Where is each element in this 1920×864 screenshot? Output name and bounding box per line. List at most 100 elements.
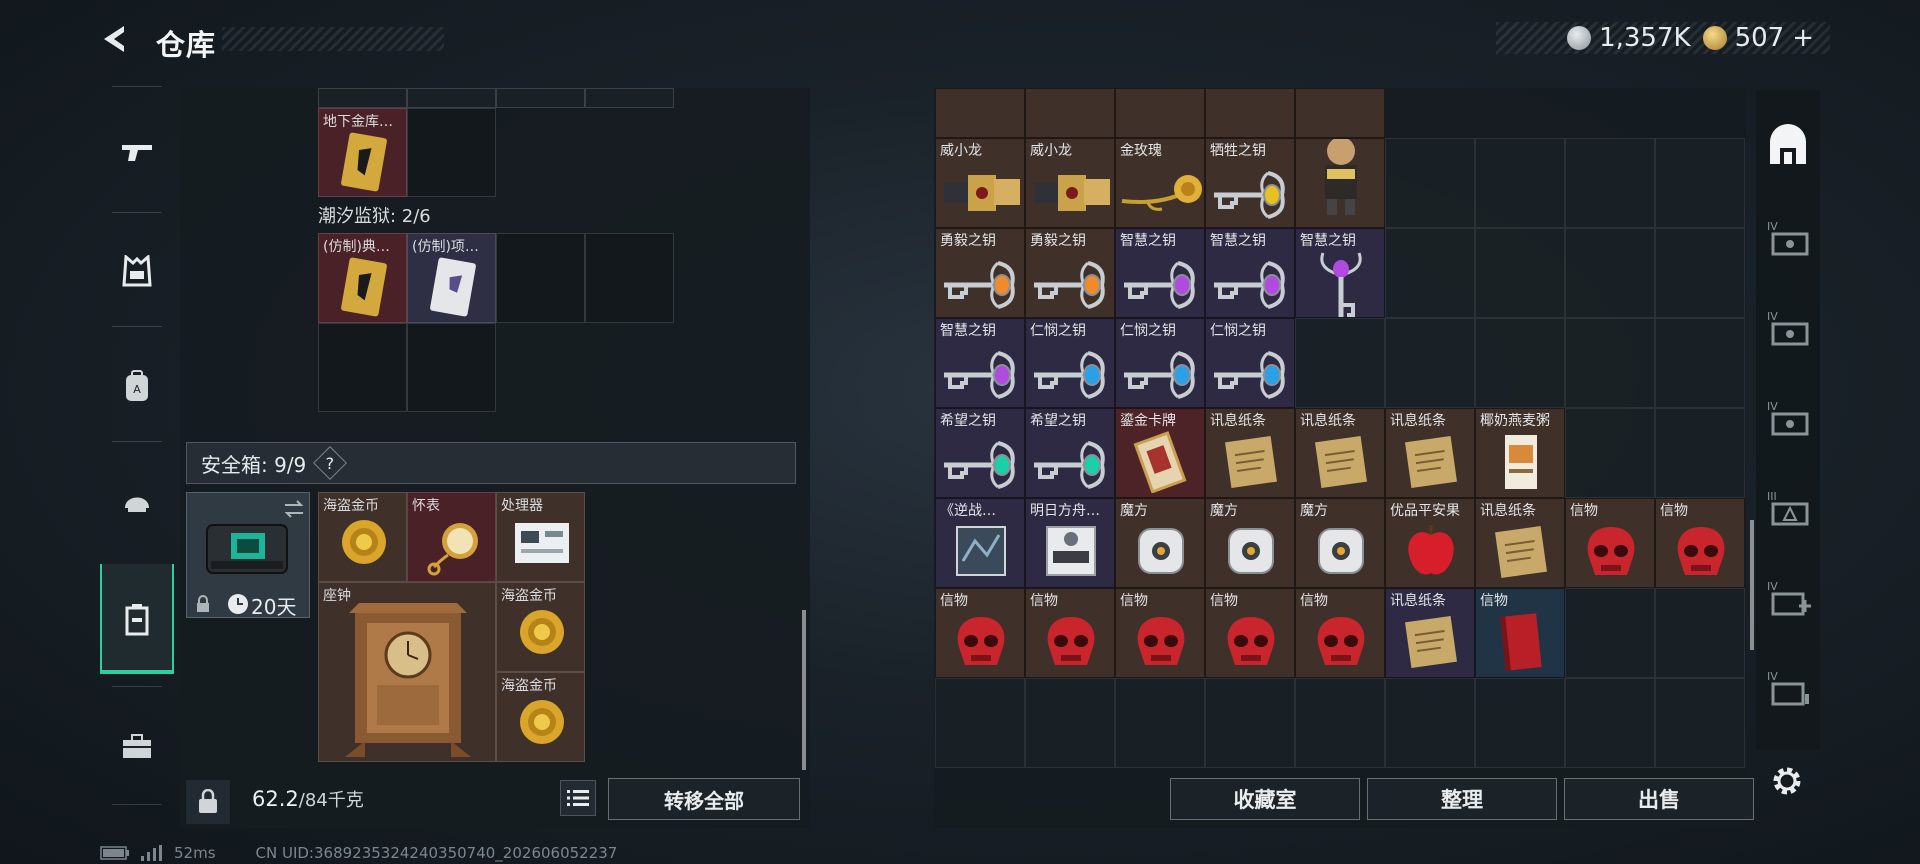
sort-button[interactable]: 整理 — [1367, 778, 1557, 820]
warehouse-item[interactable]: 信物 — [1115, 588, 1205, 678]
warehouse-item[interactable]: 智慧之钥 — [935, 318, 1025, 408]
nav-safe-container[interactable] — [100, 564, 174, 674]
grid-cell[interactable] — [407, 88, 496, 108]
settings-button[interactable] — [1764, 758, 1810, 804]
storage-tab-iv-4[interactable]: IV — [1762, 572, 1814, 624]
warehouse-item[interactable]: 优品平安果 — [1385, 498, 1475, 588]
grid-cell[interactable] — [1385, 678, 1475, 768]
grid-cell[interactable] — [1655, 588, 1745, 678]
grid-cell[interactable] — [1205, 88, 1295, 138]
warehouse-item[interactable]: 威小龙 — [935, 138, 1025, 228]
warehouse-item[interactable] — [1295, 138, 1385, 228]
nav-armor[interactable] — [100, 216, 174, 326]
item-replica-card[interactable]: (仿制)典… — [318, 233, 407, 323]
grid-cell[interactable] — [318, 323, 407, 412]
item-vault-card[interactable]: 地下金库… — [318, 108, 407, 197]
grid-cell[interactable] — [1205, 678, 1295, 768]
warehouse-item[interactable]: 威小龙 — [1025, 138, 1115, 228]
grid-cell[interactable] — [1025, 88, 1115, 138]
item-processor[interactable]: 处理器 — [496, 492, 585, 582]
warehouse-item[interactable]: 明日方舟… — [1025, 498, 1115, 588]
warehouse-item[interactable]: 信物 — [1295, 588, 1385, 678]
warehouse-item[interactable]: 魔方 — [1295, 498, 1385, 588]
item-pirate-coin[interactable]: 海盗金币 — [496, 672, 585, 762]
warehouse-item[interactable]: 讯息纸条 — [1385, 408, 1475, 498]
warehouse-item[interactable]: 智慧之钥 — [1295, 228, 1385, 318]
warehouse-item[interactable]: 勇毅之钥 — [1025, 228, 1115, 318]
grid-cell[interactable] — [1475, 228, 1565, 318]
warehouse-item[interactable]: 信物 — [1565, 498, 1655, 588]
warehouse-item[interactable]: 希望之钥 — [935, 408, 1025, 498]
grid-cell[interactable] — [1565, 318, 1655, 408]
lock-button[interactable] — [186, 780, 230, 824]
warehouse-item[interactable]: 信物 — [1655, 498, 1745, 588]
grid-cell[interactable] — [496, 233, 585, 323]
grid-cell[interactable] — [1565, 408, 1655, 498]
transfer-all-button[interactable]: 转移全部 — [608, 778, 800, 820]
warehouse-item[interactable]: 信物 — [1025, 588, 1115, 678]
grid-cell[interactable] — [1385, 138, 1475, 228]
grid-cell[interactable] — [585, 233, 674, 323]
nav-weapons[interactable] — [100, 96, 174, 206]
grid-cell[interactable] — [585, 88, 674, 108]
storage-tab-iv-3[interactable]: IV — [1762, 392, 1814, 444]
grid-cell[interactable] — [318, 88, 407, 108]
gold-currency-plus[interactable]: + — [1792, 23, 1814, 53]
grid-cell[interactable] — [1565, 228, 1655, 318]
help-button[interactable]: ? — [313, 446, 348, 480]
warehouse-item[interactable]: 智慧之钥 — [1115, 228, 1205, 318]
nav-backpack[interactable]: A — [100, 331, 174, 441]
warehouse-item[interactable]: 智慧之钥 — [1205, 228, 1295, 318]
warehouse-item[interactable]: 讯息纸条 — [1295, 408, 1385, 498]
grid-cell[interactable] — [1475, 318, 1565, 408]
grid-cell[interactable] — [1655, 138, 1745, 228]
storage-tab-iv-1[interactable]: IV — [1762, 212, 1814, 264]
grid-cell[interactable] — [1655, 318, 1745, 408]
grid-cell[interactable] — [1115, 88, 1205, 138]
grid-cell[interactable] — [1295, 678, 1385, 768]
grid-cell[interactable] — [407, 323, 496, 412]
grid-cell[interactable] — [1655, 408, 1745, 498]
grid-cell[interactable] — [935, 88, 1025, 138]
grid-cell[interactable] — [1565, 678, 1655, 768]
warehouse-item[interactable]: 魔方 — [1205, 498, 1295, 588]
right-scrollbar[interactable] — [1750, 520, 1754, 650]
grid-cell[interactable] — [1025, 678, 1115, 768]
warehouse-item[interactable]: 希望之钥 — [1025, 408, 1115, 498]
sell-button[interactable]: 出售 — [1564, 778, 1754, 820]
grid-cell[interactable] — [496, 88, 585, 108]
grid-cell[interactable] — [1385, 318, 1475, 408]
back-button[interactable] — [100, 22, 134, 56]
warehouse-item[interactable]: 信物 — [935, 588, 1025, 678]
gold-currency[interactable]: 507 + — [1702, 23, 1814, 53]
grid-cell[interactable] — [1565, 138, 1655, 228]
warehouse-item[interactable]: 讯息纸条 — [1205, 408, 1295, 498]
left-scrollbar[interactable] — [802, 610, 806, 770]
storage-tab-iv-2[interactable]: IV — [1762, 302, 1814, 354]
grid-cell[interactable] — [935, 678, 1025, 768]
list-view-button[interactable] — [560, 780, 596, 816]
warehouse-item[interactable]: 信物 — [1205, 588, 1295, 678]
item-pirate-coin[interactable]: 海盗金币 — [318, 492, 407, 582]
grid-cell[interactable] — [1295, 318, 1385, 408]
item-table-clock[interactable]: 座钟 — [318, 582, 496, 762]
storage-tab-iv-5[interactable]: IV — [1762, 662, 1814, 714]
storage-main-tab[interactable] — [1762, 120, 1814, 172]
item-pirate-coin[interactable]: 海盗金币 — [496, 582, 585, 672]
warehouse-item[interactable]: 仁悯之钥 — [1205, 318, 1295, 408]
warehouse-item[interactable]: 仁悯之钥 — [1025, 318, 1115, 408]
nav-helmet[interactable] — [100, 446, 174, 556]
item-replica-necklace[interactable]: (仿制)项… — [407, 233, 496, 323]
collection-room-button[interactable]: 收藏室 — [1170, 778, 1360, 820]
warehouse-item[interactable]: 信物 — [1475, 588, 1565, 678]
grid-cell[interactable] — [1385, 228, 1475, 318]
item-pocket-watch[interactable]: 怀表 — [407, 492, 496, 582]
warehouse-item[interactable]: 仁悯之钥 — [1115, 318, 1205, 408]
grid-cell[interactable] — [1655, 678, 1745, 768]
warehouse-item[interactable]: 《逆战… — [935, 498, 1025, 588]
grid-cell[interactable] — [1295, 88, 1385, 138]
grid-cell[interactable] — [1115, 678, 1205, 768]
grid-cell[interactable] — [1655, 228, 1745, 318]
grid-cell[interactable] — [407, 108, 496, 197]
nav-toolbox[interactable] — [100, 691, 174, 801]
